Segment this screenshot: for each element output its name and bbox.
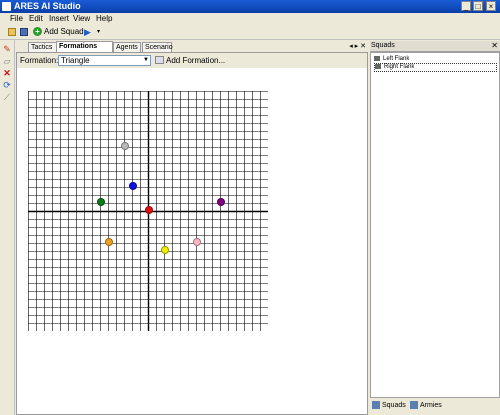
title-bar: ARES AI Studio _ □ × [0, 0, 500, 13]
toolbar: + Add Squad ▶ ▾ [0, 25, 500, 40]
left-toolbar: ✎ ▱ ✕ ⟳ ⟋ [0, 40, 15, 415]
toolbar-overflow-button[interactable]: ▾ [97, 27, 103, 37]
panel-tabs: Squads Armies [370, 399, 500, 413]
tool-icon[interactable]: ⟋ [2, 92, 12, 102]
formation-label: Formation: [20, 56, 59, 65]
formation-bar: Formation: Triangle ▼ Add Formation... [17, 53, 367, 68]
squads-panel: Squads ✕ Left Flank Right Flank Squads A… [370, 41, 500, 415]
eraser-icon[interactable]: ▱ [2, 56, 12, 66]
pencil-icon[interactable]: ✎ [2, 44, 12, 54]
menu-bar: File Edit Insert View Help [0, 13, 500, 25]
folder-open-icon[interactable] [8, 28, 16, 36]
panel-close-icon[interactable]: ✕ [491, 41, 498, 50]
squad-item[interactable]: Left Flank [374, 56, 409, 63]
unit-marker[interactable] [145, 206, 153, 214]
refresh-icon[interactable]: ⟳ [2, 80, 12, 90]
unit-marker[interactable] [97, 198, 105, 206]
tab-agents[interactable]: Agents [113, 42, 141, 52]
add-formation-icon [155, 56, 164, 64]
menu-edit[interactable]: Edit [29, 14, 43, 23]
delete-icon[interactable]: ✕ [2, 68, 12, 78]
squad-list: Left Flank Right Flank [370, 52, 500, 398]
maximize-button[interactable]: □ [473, 1, 483, 11]
squads-icon [372, 401, 380, 410]
unit-marker[interactable] [161, 246, 169, 254]
formation-select[interactable]: Triangle ▼ [58, 55, 151, 66]
squad-icon [375, 64, 381, 69]
panel-title: Squads [371, 42, 395, 49]
play-icon: ▶ [84, 27, 91, 37]
window-title: ARES AI Studio [14, 1, 81, 11]
unit-marker[interactable] [193, 238, 201, 246]
unit-marker[interactable] [121, 142, 129, 150]
chevron-down-icon: ▼ [143, 57, 149, 63]
squad-icon [374, 56, 380, 61]
formation-editor: Formation: Triangle ▼ Add Formation... [16, 52, 368, 415]
minimize-button[interactable]: _ [461, 1, 471, 11]
panel-header: Squads ✕ [370, 41, 500, 52]
unit-marker[interactable] [105, 238, 113, 246]
armies-icon [410, 401, 418, 410]
app-icon [2, 2, 11, 11]
menu-view[interactable]: View [73, 14, 90, 23]
add-icon: + [33, 27, 42, 36]
tab-armies[interactable]: Armies [410, 400, 442, 412]
tab-scroll-buttons[interactable]: ◂ ▸ ✕ [349, 42, 366, 50]
unit-marker[interactable] [217, 198, 225, 206]
tab-scenario[interactable]: Scenario [142, 42, 173, 52]
unit-marker[interactable] [129, 182, 137, 190]
tab-formations[interactable]: Formations [56, 41, 113, 52]
menu-help[interactable]: Help [96, 14, 112, 23]
play-button[interactable]: ▶ [84, 27, 94, 37]
menu-insert[interactable]: Insert [49, 14, 69, 23]
save-icon[interactable] [20, 28, 28, 36]
tab-squads[interactable]: Squads [372, 400, 406, 412]
main-tabs: Tactics Formations Agents Scenario ◂ ▸ ✕ [16, 41, 368, 52]
squad-item[interactable]: Right Flank [374, 63, 497, 72]
menu-file[interactable]: File [10, 14, 23, 23]
close-button[interactable]: × [486, 1, 496, 11]
